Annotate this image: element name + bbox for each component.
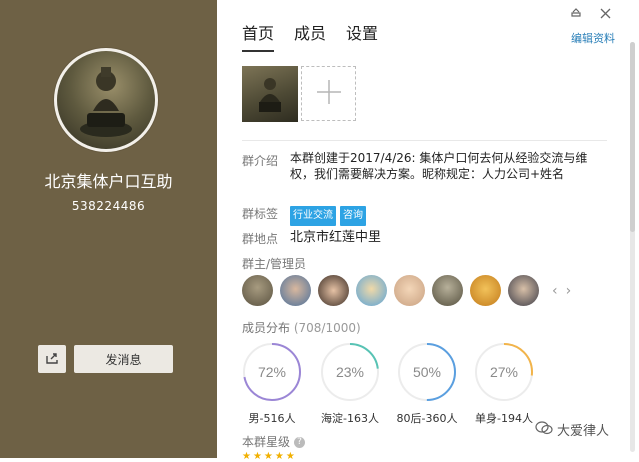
- group-detail-panel: 首页 成员 设置 编辑资料 群介绍 本群创建于2017/4/26: 集体户口何去…: [217, 0, 639, 462]
- member-count: (708/1000): [293, 321, 361, 335]
- stat-percent: 50%: [413, 364, 441, 380]
- location-label: 群地点: [242, 232, 279, 246]
- group-sidebar: 北京集体户口互助 538224486 发消息: [0, 0, 217, 458]
- tab-members[interactable]: 成员: [294, 20, 326, 52]
- stat-percent: 23%: [336, 364, 364, 380]
- chevron-right-icon[interactable]: ›: [566, 283, 572, 299]
- stat-ring-district: 23% 海淀-163人: [319, 341, 381, 426]
- scrollbar[interactable]: [630, 42, 635, 452]
- watermark-text: 大爱律人: [557, 424, 610, 439]
- group-id: 538224486: [71, 199, 146, 213]
- question-icon[interactable]: ?: [294, 437, 306, 448]
- tab-bar: 首页 成员 设置: [242, 20, 378, 52]
- intro-label: 群介绍: [242, 154, 279, 168]
- stat-percent: 27%: [490, 364, 518, 380]
- admin-avatar[interactable]: [280, 275, 311, 306]
- tab-settings[interactable]: 设置: [346, 20, 378, 52]
- distribution-title: 成员分布 (708/1000): [242, 319, 361, 336]
- stat-ring-age: 50% 80后-360人: [396, 341, 458, 426]
- admin-list: ‹ ›: [242, 275, 571, 306]
- add-photo-button[interactable]: [301, 66, 356, 121]
- group-avatar[interactable]: [54, 48, 158, 152]
- stat-ring-single: 27% 单身-194人: [473, 341, 535, 426]
- scroll-thumb[interactable]: [630, 42, 635, 232]
- stat-percent: 72%: [258, 364, 286, 380]
- admin-avatar[interactable]: [394, 275, 425, 306]
- share-icon: [45, 350, 59, 369]
- stars-title: 本群星级?: [242, 433, 306, 450]
- ring-chart: 50%: [398, 343, 456, 401]
- stat-label: 男-516人: [248, 412, 296, 425]
- pin-icon[interactable]: [570, 4, 582, 23]
- admin-avatar[interactable]: [470, 275, 501, 306]
- tag-list: 行业交流 咨询: [290, 206, 370, 226]
- ring-chart: 27%: [475, 343, 533, 401]
- tag-item[interactable]: 行业交流: [290, 206, 336, 226]
- distribution-title-text: 成员分布: [242, 321, 291, 335]
- divider: [242, 140, 607, 141]
- window-controls: [570, 4, 611, 23]
- plus-icon: [315, 78, 343, 110]
- ring-chart: 72%: [243, 343, 301, 401]
- admin-avatar[interactable]: [508, 275, 539, 306]
- stat-ring-gender: 72% 男-516人: [241, 341, 303, 426]
- ring-chart: 23%: [321, 343, 379, 401]
- tab-home[interactable]: 首页: [242, 20, 275, 52]
- admin-avatar[interactable]: [318, 275, 349, 306]
- group-name: 北京集体户口互助: [44, 172, 173, 191]
- admin-nav: ‹ ›: [552, 283, 571, 299]
- stars-title-text: 本群星级: [242, 435, 291, 449]
- admins-label: 群主/管理员: [242, 257, 307, 271]
- send-message-button[interactable]: 发消息: [74, 345, 173, 373]
- wechat-icon: [535, 420, 553, 439]
- admin-avatar[interactable]: [356, 275, 387, 306]
- tag-item[interactable]: 咨询: [340, 206, 366, 226]
- edit-profile-link[interactable]: 编辑资料: [571, 30, 615, 46]
- chevron-left-icon[interactable]: ‹: [552, 283, 558, 299]
- star-rating: ★★★★★: [242, 451, 297, 462]
- stat-label: 80后-360人: [396, 412, 458, 425]
- share-button[interactable]: [38, 345, 66, 373]
- watermark: 大爱律人: [535, 420, 609, 439]
- admin-avatar[interactable]: [432, 275, 463, 306]
- location-value: 北京市红莲中里: [290, 230, 382, 245]
- group-photo[interactable]: [242, 66, 298, 122]
- close-icon[interactable]: [600, 4, 611, 23]
- stat-label: 海淀-163人: [321, 412, 379, 425]
- admin-avatar[interactable]: [242, 275, 273, 306]
- intro-text: 本群创建于2017/4/26: 集体户口何去何从经验交流与维权，我们需要解决方案…: [290, 151, 588, 181]
- avatar-image: [57, 51, 155, 149]
- stat-label: 单身-194人: [475, 412, 533, 425]
- tags-label: 群标签: [242, 207, 279, 221]
